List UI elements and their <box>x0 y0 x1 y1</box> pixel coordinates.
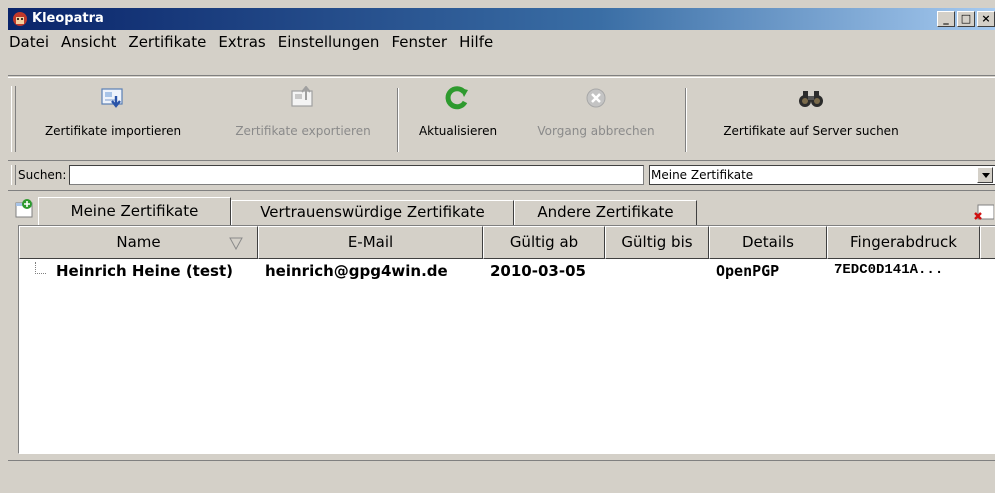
certificate-list[interactable]: Name E-Mail Gültig ab Gültig bis Details… <box>18 225 995 454</box>
toolbar-grip[interactable] <box>11 86 16 152</box>
cancel-label: Vorgang abbrechen <box>537 124 655 138</box>
title-bar[interactable]: Kleopatra _ □ × <box>8 8 995 30</box>
tab-other-certificates[interactable]: Andere Zertifikate <box>514 200 697 225</box>
window-title: Kleopatra <box>32 11 104 26</box>
minimize-button[interactable]: _ <box>937 11 955 27</box>
tab-my-certificates[interactable]: Meine Zertifikate <box>38 197 231 225</box>
chevron-down-icon[interactable] <box>977 167 993 183</box>
column-header-details[interactable]: Details <box>709 226 827 259</box>
search-toolbar-grip[interactable] <box>11 165 16 185</box>
close-button[interactable]: × <box>977 11 995 27</box>
cell-valid-from: 2010-03-05 <box>490 262 586 280</box>
export-icon <box>291 86 313 107</box>
cell-fingerprint: 7EDC0D141A... <box>834 262 944 278</box>
status-bar <box>8 460 995 493</box>
column-header-name[interactable]: Name <box>19 226 258 259</box>
menu-ansicht[interactable]: Ansicht <box>55 33 122 51</box>
toolbar-separator <box>397 88 399 152</box>
export-certificates-button[interactable]: Zertifikate exportieren <box>214 80 392 156</box>
sort-descending-icon <box>229 237 243 250</box>
column-header-valid-until[interactable]: Gültig bis <box>605 226 709 259</box>
menu-datei[interactable]: Datei <box>9 33 55 51</box>
kleopatra-app-icon <box>13 12 27 26</box>
cell-details: OpenPGP <box>716 262 780 280</box>
menu-fenster[interactable]: Fenster <box>385 33 453 51</box>
column-header-email[interactable]: E-Mail <box>258 226 483 259</box>
column-label: Gültig ab <box>509 233 579 251</box>
column-header-fingerprint[interactable]: Fingerabdruck <box>827 226 980 259</box>
window-controls: _ □ × <box>937 11 995 27</box>
import-icon <box>101 88 123 108</box>
refresh-button[interactable]: Aktualisieren <box>403 80 513 156</box>
cell-name: Heinrich Heine (test) <box>56 262 233 280</box>
filter-select[interactable]: Meine Zertifikate <box>649 165 995 185</box>
search-label: Suchen: <box>18 168 67 182</box>
refresh-label: Aktualisieren <box>418 124 498 138</box>
tab-label: Vertrauenswürdige Zertifikate <box>260 203 485 221</box>
column-header-valid-from[interactable]: Gültig ab <box>483 226 605 259</box>
column-label: E-Mail <box>347 233 394 251</box>
column-header-filler <box>980 226 995 259</box>
menu-bar: Datei Ansicht Zertifikate Extras Einstel… <box>8 30 995 54</box>
close-tab-icon[interactable] <box>974 201 994 221</box>
new-tab-icon[interactable] <box>14 199 34 219</box>
cell-email: heinrich@gpg4win.de <box>265 262 448 280</box>
cancel-icon <box>586 88 606 108</box>
toolbar-divider <box>8 75 995 76</box>
tab-bar: Meine Zertifikate Vertrauenswürdige Zert… <box>8 197 995 225</box>
table-row[interactable]: Heinrich Heine (test) heinrich@gpg4win.d… <box>19 262 995 284</box>
cancel-operation-button[interactable]: Vorgang abbrechen <box>516 80 676 156</box>
tab-label: Meine Zertifikate <box>70 202 199 220</box>
column-label: Gültig bis <box>621 233 693 251</box>
column-label: Name <box>116 233 161 251</box>
tab-trusted-certificates[interactable]: Vertrauenswürdige Zertifikate <box>231 200 514 225</box>
tree-connector <box>35 262 46 274</box>
menu-hilfe[interactable]: Hilfe <box>453 33 499 51</box>
toolbar-separator <box>685 88 687 152</box>
filter-selected-value: Meine Zertifikate <box>651 168 754 182</box>
tab-label: Andere Zertifikate <box>537 203 674 221</box>
kleopatra-window: Kleopatra _ □ × Datei Ansicht Zertifikat… <box>8 8 995 493</box>
column-label: Details <box>741 233 794 251</box>
menu-extras[interactable]: Extras <box>212 33 271 51</box>
search-server-label: Zertifikate auf Server suchen <box>723 124 899 138</box>
search-server-button[interactable]: Zertifikate auf Server suchen <box>691 80 931 156</box>
import-label: Zertifikate importieren <box>44 124 182 138</box>
search-bar: Suchen: Meine Zertifikate <box>8 162 995 191</box>
binoculars-icon <box>799 91 823 107</box>
menu-zertifikate[interactable]: Zertifikate <box>122 33 212 51</box>
table-header: Name E-Mail Gültig ab Gültig bis Details… <box>19 226 995 259</box>
maximize-button[interactable]: □ <box>957 11 975 27</box>
search-input[interactable] <box>69 165 644 185</box>
import-certificates-button[interactable]: Zertifikate importieren <box>20 80 206 156</box>
refresh-icon <box>445 86 468 110</box>
export-label: Zertifikate exportieren <box>235 124 371 138</box>
column-label: Fingerabdruck <box>850 233 957 251</box>
menu-einstellungen[interactable]: Einstellungen <box>272 33 386 51</box>
main-toolbar: Zertifikate importieren Zertifikate expo… <box>8 77 995 161</box>
